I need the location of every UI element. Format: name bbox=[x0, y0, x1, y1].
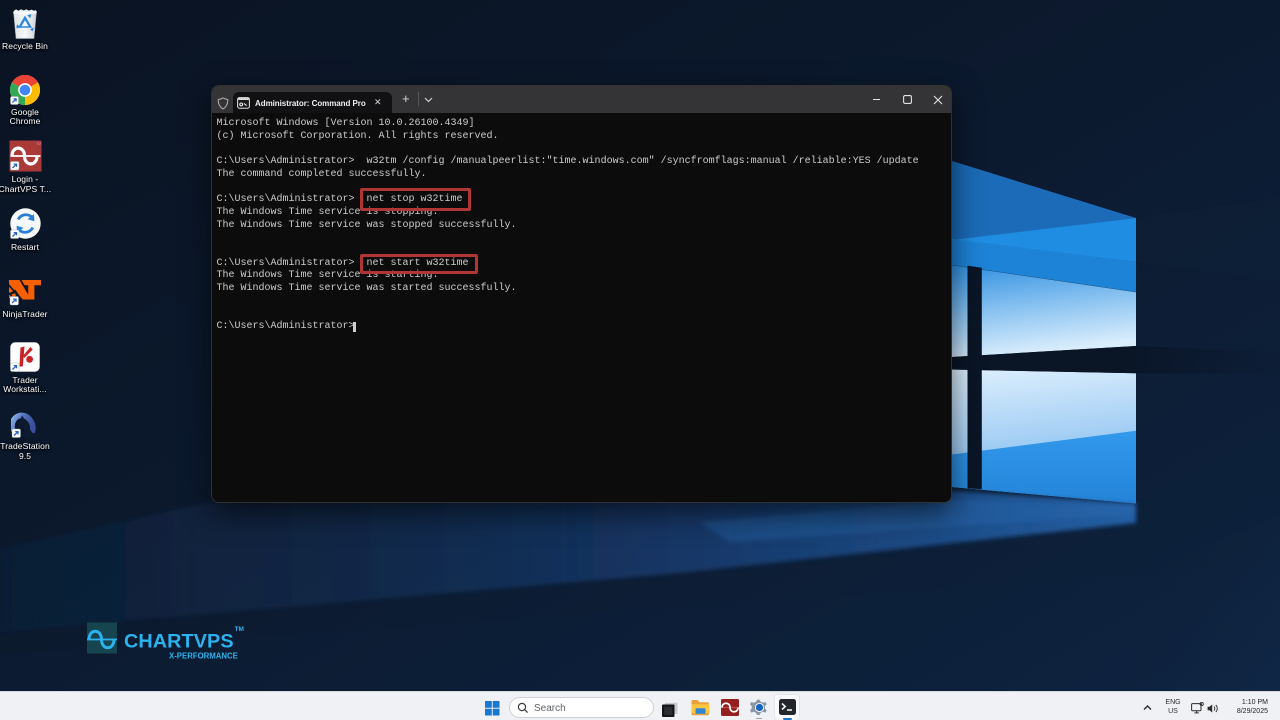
svg-text:X-PERFORMANCE: X-PERFORMANCE bbox=[169, 652, 238, 661]
svg-text:CHARTVPS: CHARTVPS bbox=[124, 631, 234, 653]
svg-text:TM: TM bbox=[235, 626, 244, 633]
svg-text:TM: TM bbox=[36, 142, 41, 146]
